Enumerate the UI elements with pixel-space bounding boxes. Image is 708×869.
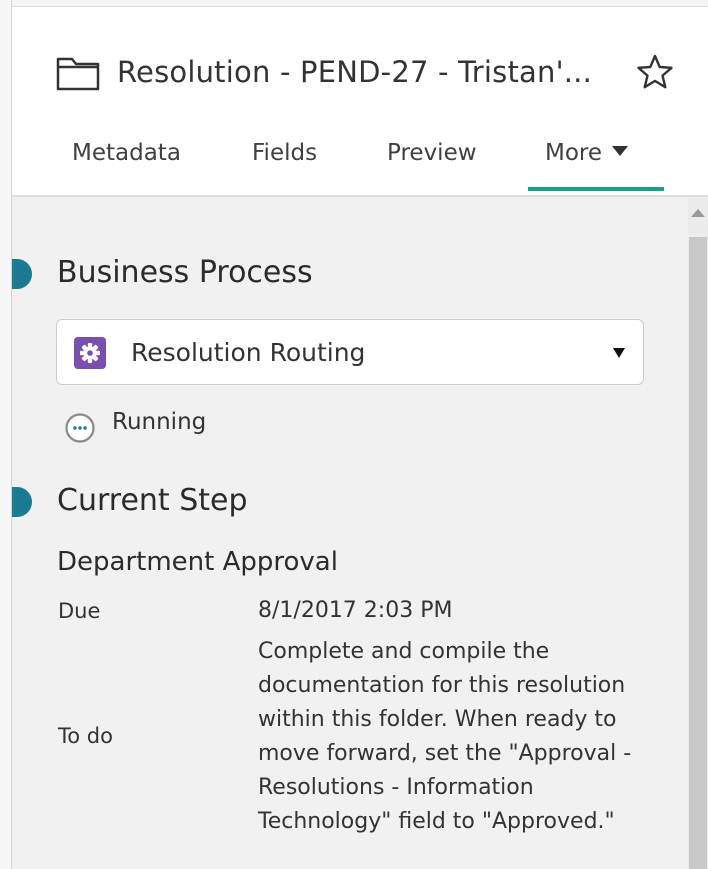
tab-bar: Metadata Fields Preview More — [12, 136, 682, 196]
vertical-scrollbar[interactable] — [688, 197, 708, 869]
left-border — [0, 0, 12, 869]
due-value: 8/1/2017 2:03 PM — [258, 598, 453, 623]
ellipsis-circle-icon — [65, 413, 95, 443]
tab-preview[interactable]: Preview — [387, 140, 477, 166]
todo-value: Complete and compile the documentation f… — [258, 639, 632, 834]
section-marker — [12, 259, 32, 289]
business-process-value: Resolution Routing — [131, 338, 366, 367]
section-marker — [12, 487, 32, 517]
top-border — [12, 0, 708, 7]
caret-down-icon — [612, 146, 629, 156]
scroll-up-arrow-icon[interactable] — [691, 209, 705, 217]
tab-more[interactable]: More — [545, 140, 629, 166]
dropdown-arrow-icon — [613, 348, 625, 358]
tab-fields[interactable]: Fields — [252, 140, 317, 166]
process-status: Running — [112, 409, 207, 435]
todo-label: To do — [58, 724, 113, 748]
business-process-select[interactable]: Resolution Routing — [56, 319, 644, 385]
tab-metadata[interactable]: Metadata — [72, 140, 181, 166]
tab-more-label: More — [545, 140, 603, 166]
scroll-thumb[interactable] — [689, 237, 707, 869]
active-tab-indicator — [528, 187, 664, 191]
gear-icon — [74, 337, 106, 369]
star-icon[interactable] — [636, 53, 674, 91]
business-process-heading: Business Process — [57, 255, 313, 290]
panel-title: Resolution - PEND-27 - Tristan'... — [117, 55, 593, 89]
content-area: Business Process Resolution Routing Runn… — [12, 197, 688, 869]
current-step-heading: Current Step — [57, 483, 248, 518]
due-label: Due — [58, 599, 101, 623]
folder-icon — [56, 57, 100, 91]
step-name: Department Approval — [57, 547, 338, 577]
